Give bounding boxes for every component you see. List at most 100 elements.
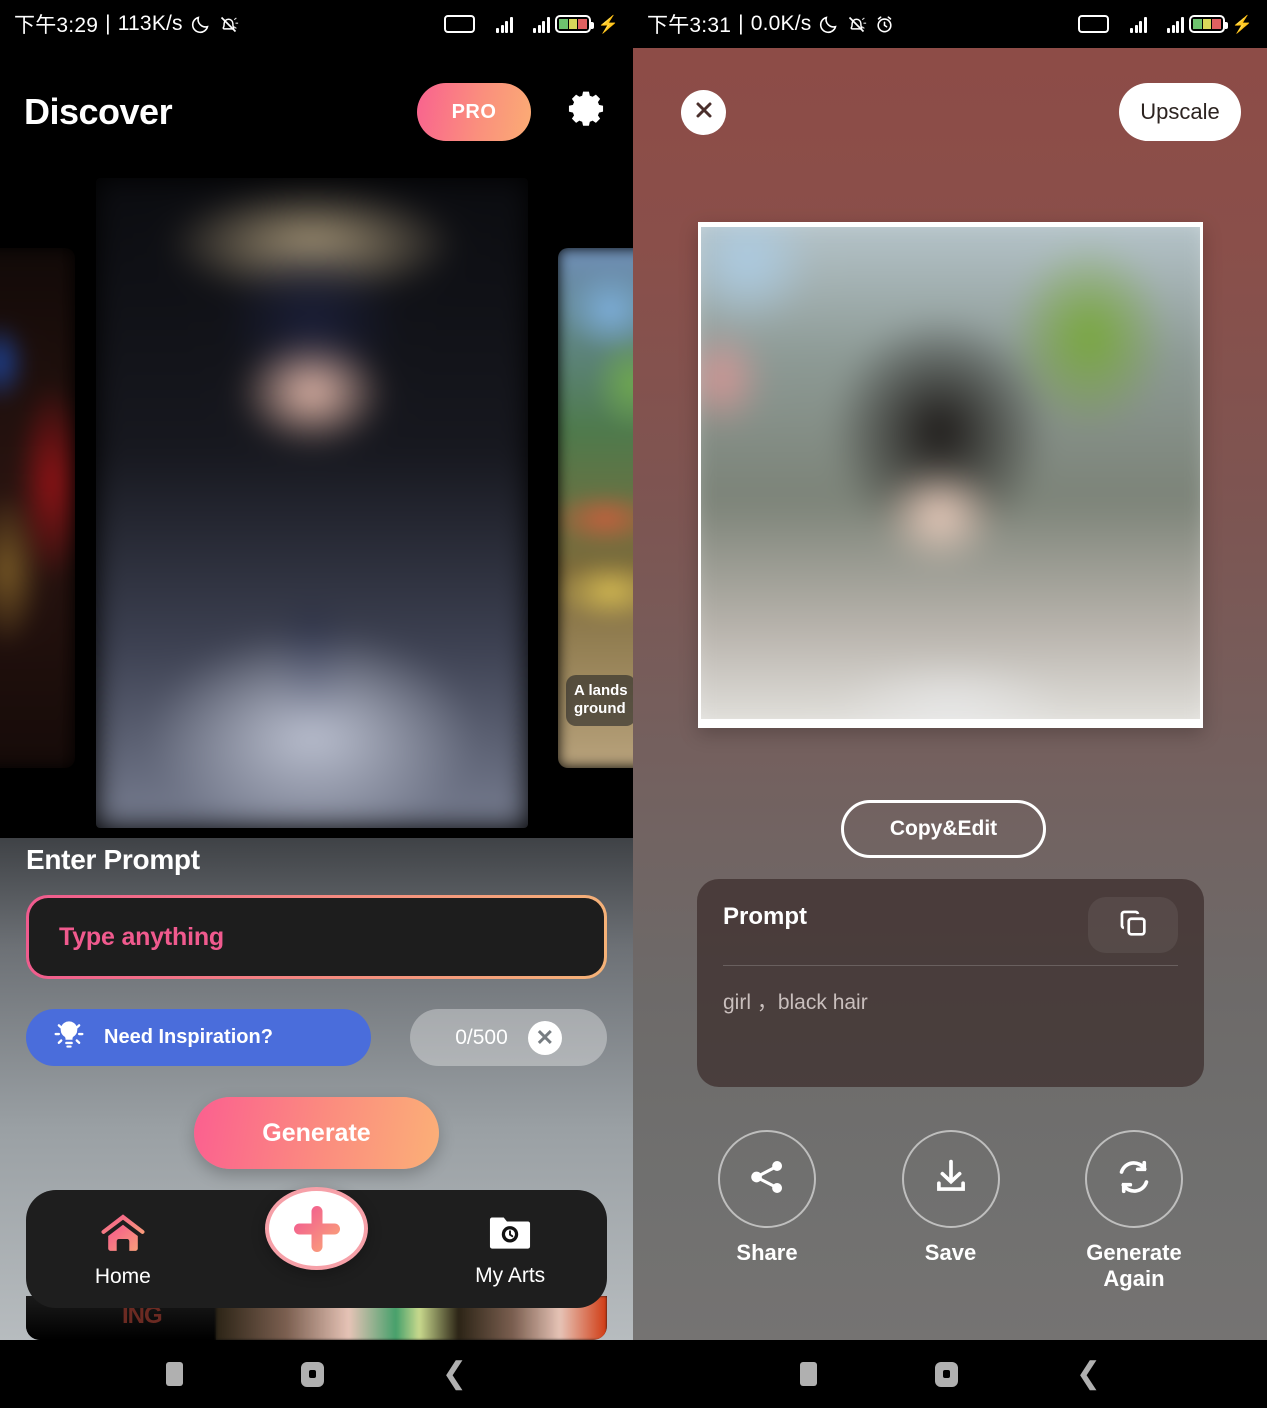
pro-label: PRO xyxy=(451,100,497,123)
status-separator: | xyxy=(105,12,111,35)
need-inspiration-button[interactable]: Need Inspiration? xyxy=(26,1009,371,1066)
gear-icon xyxy=(564,88,608,137)
save-label: Save xyxy=(924,1240,977,1265)
need-inspiration-label: Need Inspiration? xyxy=(104,1026,273,1048)
character-counter-pill: 0/500 ✕ xyxy=(410,1009,607,1066)
character-count: 0/500 xyxy=(455,1025,508,1049)
back-chevron-icon[interactable]: ❮ xyxy=(442,1359,467,1389)
generate-again-button[interactable]: Generate Again xyxy=(1064,1130,1204,1293)
left-status-bar: 下午3:29 | 113K/s HD 1 2 4G 5G ⚡ xyxy=(0,0,633,48)
left-status-right: HD 1 2 4G 5G ⚡ xyxy=(444,15,619,33)
generate-again-label: Generate Again xyxy=(1086,1240,1182,1292)
copy-prompt-button[interactable] xyxy=(1088,897,1178,953)
home-square-icon[interactable] xyxy=(934,1361,958,1387)
recents-icon[interactable] xyxy=(165,1362,183,1386)
home-square-icon[interactable] xyxy=(300,1361,324,1387)
result-image-frame[interactable] xyxy=(698,222,1203,728)
battery-icon xyxy=(554,15,594,33)
sim2-network-type: 5G xyxy=(517,20,533,33)
pro-button[interactable]: PRO xyxy=(417,83,531,141)
status-separator: | xyxy=(738,12,744,35)
system-navigation-bar: ❮ ❮ xyxy=(0,1340,1267,1408)
generate-button[interactable]: Generate xyxy=(194,1097,439,1169)
left-status-left: 下午3:29 | 113K/s xyxy=(14,9,239,39)
close-icon xyxy=(692,98,716,127)
result-image xyxy=(701,227,1200,719)
alarm-clock-icon xyxy=(874,14,895,35)
carousel-card-current[interactable] xyxy=(96,178,528,828)
back-chevron-icon[interactable]: ❮ xyxy=(1076,1359,1101,1389)
tab-my-arts-label: My Arts xyxy=(475,1263,546,1287)
settings-button[interactable] xyxy=(563,89,609,135)
sim1-signal: 4G xyxy=(480,16,513,33)
result-actions: Share Save Generate Again xyxy=(697,1130,1204,1293)
prompt-card-text: girl ，black hair xyxy=(723,991,868,1014)
right-status-left: 下午3:31 | 0.0K/s xyxy=(647,9,895,39)
copy-icon xyxy=(1116,906,1150,945)
carousel-card-previous[interactable]: rt, stic, xyxy=(0,248,75,768)
sim1-signal: 4G xyxy=(1114,16,1147,33)
upscale-button[interactable]: Upscale xyxy=(1119,83,1241,141)
left-app-header: Discover PRO xyxy=(0,72,633,152)
bell-muted-icon xyxy=(846,14,867,35)
upscale-label: Upscale xyxy=(1140,99,1220,124)
share-label: Share xyxy=(736,1240,798,1265)
lightning-bolt-icon: ⚡ xyxy=(597,14,619,34)
save-button[interactable]: Save xyxy=(881,1130,1021,1293)
lightbulb-icon xyxy=(50,1016,88,1059)
hd-voice-icon: HD 1 2 xyxy=(444,15,476,33)
tab-home[interactable]: Home xyxy=(26,1210,220,1289)
sim2-signal: 5G xyxy=(1152,16,1184,33)
signal-bars-icon xyxy=(1167,16,1184,33)
page-title: Discover xyxy=(24,91,173,132)
create-fab-button[interactable] xyxy=(265,1187,368,1270)
signal-bars-icon xyxy=(496,16,513,33)
enter-prompt-label: Enter Prompt xyxy=(26,844,200,875)
recents-icon[interactable] xyxy=(799,1362,817,1386)
prompt-input[interactable]: Type anything xyxy=(26,895,607,979)
right-status-right: HD 1 2 4G 5G ⚡ xyxy=(1078,15,1253,33)
sim2-network-type: 5G xyxy=(1151,20,1167,33)
bell-muted-icon xyxy=(218,14,239,35)
battery-icon xyxy=(1188,15,1228,33)
prompt-card: Prompt girl ，black hair xyxy=(697,879,1204,1087)
refresh-icon xyxy=(1112,1155,1156,1204)
tab-my-arts[interactable]: My Arts xyxy=(413,1211,607,1288)
right-sysnav: ❮ xyxy=(634,1340,1267,1408)
home-icon xyxy=(97,1210,149,1259)
signal-bars-icon xyxy=(1130,16,1147,33)
left-phone-screen: 下午3:29 | 113K/s HD 1 2 4G 5G ⚡ Discover … xyxy=(0,0,633,1340)
tab-home-label: Home xyxy=(94,1264,151,1288)
status-network-speed: 0.0K/s xyxy=(750,12,812,35)
copy-edit-label: Copy&Edit xyxy=(889,817,998,840)
sim1-network-type: 4G xyxy=(1114,20,1130,33)
plus-icon xyxy=(290,1202,344,1256)
left-sysnav: ❮ xyxy=(0,1340,633,1408)
carousel-image xyxy=(96,178,528,828)
download-icon xyxy=(929,1155,973,1204)
carousel-card-next[interactable]: A lands ground xyxy=(558,248,633,768)
sim1-network-type: 4G xyxy=(480,20,496,33)
divider xyxy=(723,965,1178,966)
carousel-caption: rt, stic, xyxy=(0,657,2,709)
lightning-bolt-icon: ⚡ xyxy=(1231,14,1253,34)
share-button[interactable]: Share xyxy=(697,1130,837,1293)
copy-edit-button[interactable]: Copy&Edit xyxy=(841,800,1046,858)
right-status-bar: 下午3:31 | 0.0K/s HD 1 2 4G 5G ⚡ xyxy=(633,0,1267,48)
carousel-caption: A lands ground xyxy=(566,674,633,726)
share-icon xyxy=(745,1155,789,1204)
folder-clock-icon xyxy=(487,1211,533,1258)
dual-screenshot: 下午3:29 | 113K/s HD 1 2 4G 5G ⚡ Discover … xyxy=(0,0,1267,1408)
status-network-speed: 113K/s xyxy=(117,12,183,35)
close-icon[interactable]: ✕ xyxy=(527,1020,562,1055)
status-time: 下午3:29 xyxy=(14,14,99,37)
crescent-moon-icon xyxy=(190,14,211,35)
crescent-moon-icon xyxy=(818,14,839,35)
carousel-image xyxy=(0,248,75,768)
close-button[interactable] xyxy=(681,90,726,135)
sim2-signal: 5G xyxy=(518,16,550,33)
status-time: 下午3:31 xyxy=(647,14,732,37)
prompt-card-title: Prompt xyxy=(723,903,807,930)
discover-carousel[interactable]: rt, stic, A lands ground xyxy=(0,178,633,838)
hd-voice-icon: HD 1 2 xyxy=(1078,15,1110,33)
